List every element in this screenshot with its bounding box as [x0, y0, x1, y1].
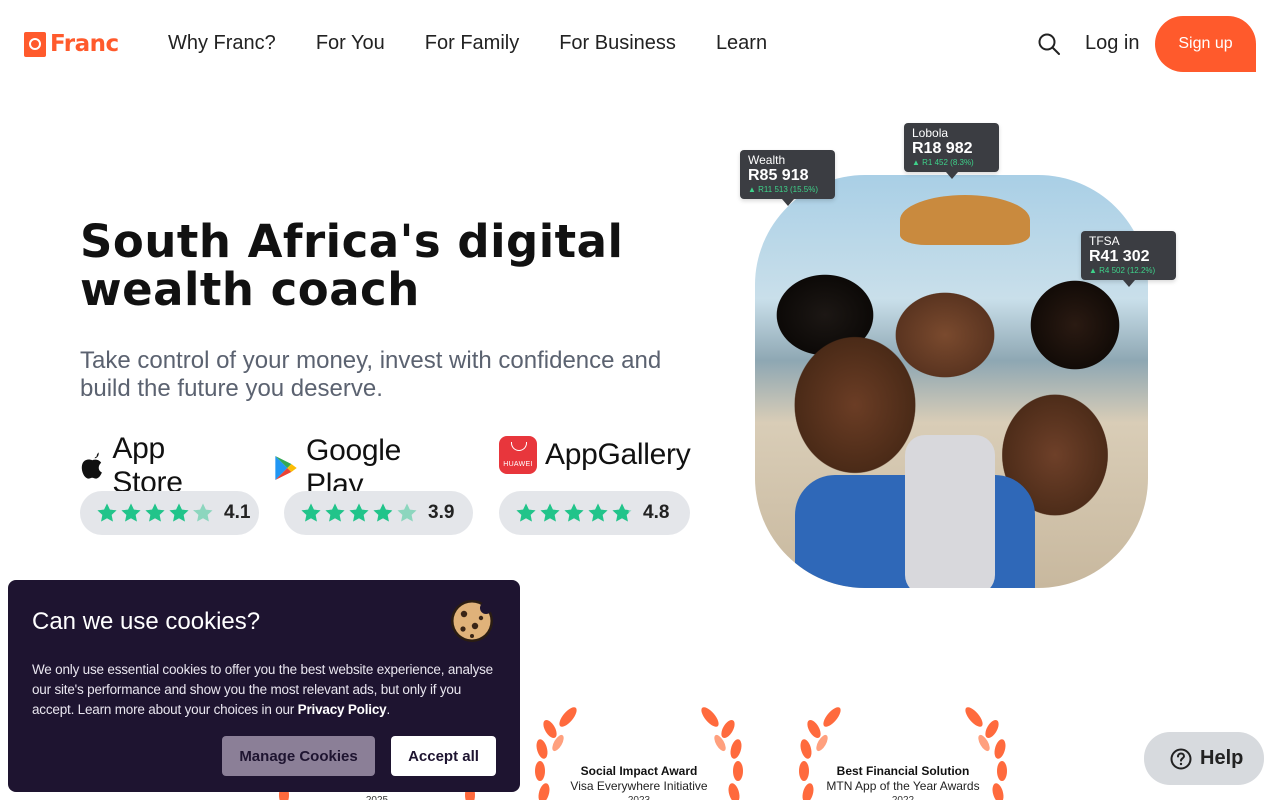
star-icon: [540, 503, 560, 522]
star-icon: [516, 503, 536, 522]
star-rating: [96, 502, 214, 524]
hero-subtitle: Take control of your money, invest with …: [80, 347, 662, 402]
nav-link-learn[interactable]: Learn: [716, 32, 767, 55]
accept-all-button[interactable]: Accept all: [391, 736, 496, 776]
hero-title: South Africa's digital wealth coach: [80, 215, 624, 316]
tag-label: Lobola: [912, 126, 949, 140]
top-nav: Franc Why Franc? For You For Family For …: [0, 0, 1280, 88]
photo-detail: [905, 435, 995, 588]
tag-delta: ▲ R11 513 (15.5%): [748, 185, 819, 194]
star-icon: [325, 503, 345, 522]
rating-value: 4.1: [224, 502, 251, 523]
franc-logo[interactable]: Franc: [24, 31, 119, 57]
cookie-icon: [451, 600, 493, 642]
star-icon: [169, 503, 189, 522]
tag-value: R85 918: [748, 167, 809, 184]
rating-value: 4.8: [643, 502, 670, 523]
search-icon[interactable]: [1037, 32, 1061, 56]
rating-google-play: 3.9: [284, 491, 473, 535]
tag-delta: ▲ R1 452 (8.3%): [912, 158, 974, 167]
star-icon: [373, 503, 393, 522]
help-label: Help: [1200, 747, 1244, 769]
award-title: Best Financial Solution: [836, 764, 970, 778]
manage-cookies-button[interactable]: Manage Cookies: [222, 736, 375, 776]
tag-value: R41 302: [1089, 248, 1150, 265]
award-2: Social Impact Award Visa Everywhere Init…: [528, 705, 750, 800]
star-icon: [397, 503, 417, 522]
store-name: AppGallery: [545, 438, 691, 471]
logo-text: Franc: [50, 31, 119, 57]
star-rating: [515, 502, 633, 524]
nav-link-for-business[interactable]: For Business: [559, 32, 676, 55]
nav-links: Why Franc? For You For Family For Busine…: [168, 32, 767, 55]
store-name: App Store: [112, 432, 183, 499]
cookie-banner: Can we use cookies? We only use essentia…: [8, 580, 520, 792]
help-icon: [1170, 748, 1192, 769]
nav-link-why-franc[interactable]: Why Franc?: [168, 32, 276, 55]
photo-detail: [900, 195, 1030, 245]
star-icon: [301, 503, 321, 522]
signup-button[interactable]: Sign up: [1155, 16, 1256, 72]
tag-delta: ▲ R4 502 (12.2%): [1089, 266, 1156, 275]
apple-icon: [81, 452, 102, 479]
tag-label: TFSA: [1089, 234, 1120, 248]
award-year: 2023: [528, 795, 750, 800]
star-rating: [300, 502, 418, 524]
huawei-icon: HUAWEI: [499, 436, 537, 474]
rating-app-store: 4.1: [80, 491, 259, 535]
page: Franc Why Franc? For You For Family For …: [0, 0, 1280, 800]
star-icon: [145, 503, 165, 522]
cookie-text: We only use essential cookies to offer y…: [32, 662, 493, 717]
login-link[interactable]: Log in: [1085, 32, 1140, 55]
google-play-icon: [275, 455, 297, 481]
tag-value: R18 982: [912, 140, 973, 157]
star-icon: [193, 503, 213, 522]
tag-tfsa: TFSA R41 302 ▲ R4 502 (12.2%): [1081, 231, 1176, 287]
rating-appgallery: 4.8: [499, 491, 690, 535]
tag-wealth: Wealth R85 918 ▲ R11 513 (15.5%): [740, 150, 835, 206]
star-icon: [564, 503, 584, 522]
star-icon: [349, 503, 369, 522]
star-icon: [612, 503, 632, 522]
award-3: Best Financial Solution MTN App of the Y…: [792, 705, 1014, 800]
rating-value: 3.9: [428, 502, 455, 523]
nav-link-for-family[interactable]: For Family: [425, 32, 519, 55]
help-button[interactable]: Help: [1144, 732, 1264, 785]
cookie-title: Can we use cookies?: [32, 608, 261, 635]
star-icon: [97, 503, 117, 522]
award-sub: Visa Everywhere Initiative: [570, 779, 708, 793]
star-icon: [588, 503, 608, 522]
app-store-link[interactable]: App Store: [80, 432, 196, 500]
privacy-policy-link[interactable]: Privacy Policy: [298, 702, 387, 717]
appgallery-link[interactable]: HUAWEI AppGallery: [499, 436, 691, 474]
award-year: 2025: [266, 795, 488, 800]
award-year: 2022: [792, 795, 1014, 800]
tag-lobola: Lobola R18 982 ▲ R1 452 (8.3%): [904, 123, 999, 179]
tag-label: Wealth: [748, 153, 786, 167]
award-sub: MTN App of the Year Awards: [826, 779, 980, 793]
award-title: Social Impact Award: [580, 764, 698, 778]
franc-logo-icon: [24, 31, 46, 57]
cookie-body: We only use essential cookies to offer y…: [32, 662, 493, 717]
nav-link-for-you[interactable]: For You: [316, 32, 385, 55]
star-icon: [121, 503, 141, 522]
